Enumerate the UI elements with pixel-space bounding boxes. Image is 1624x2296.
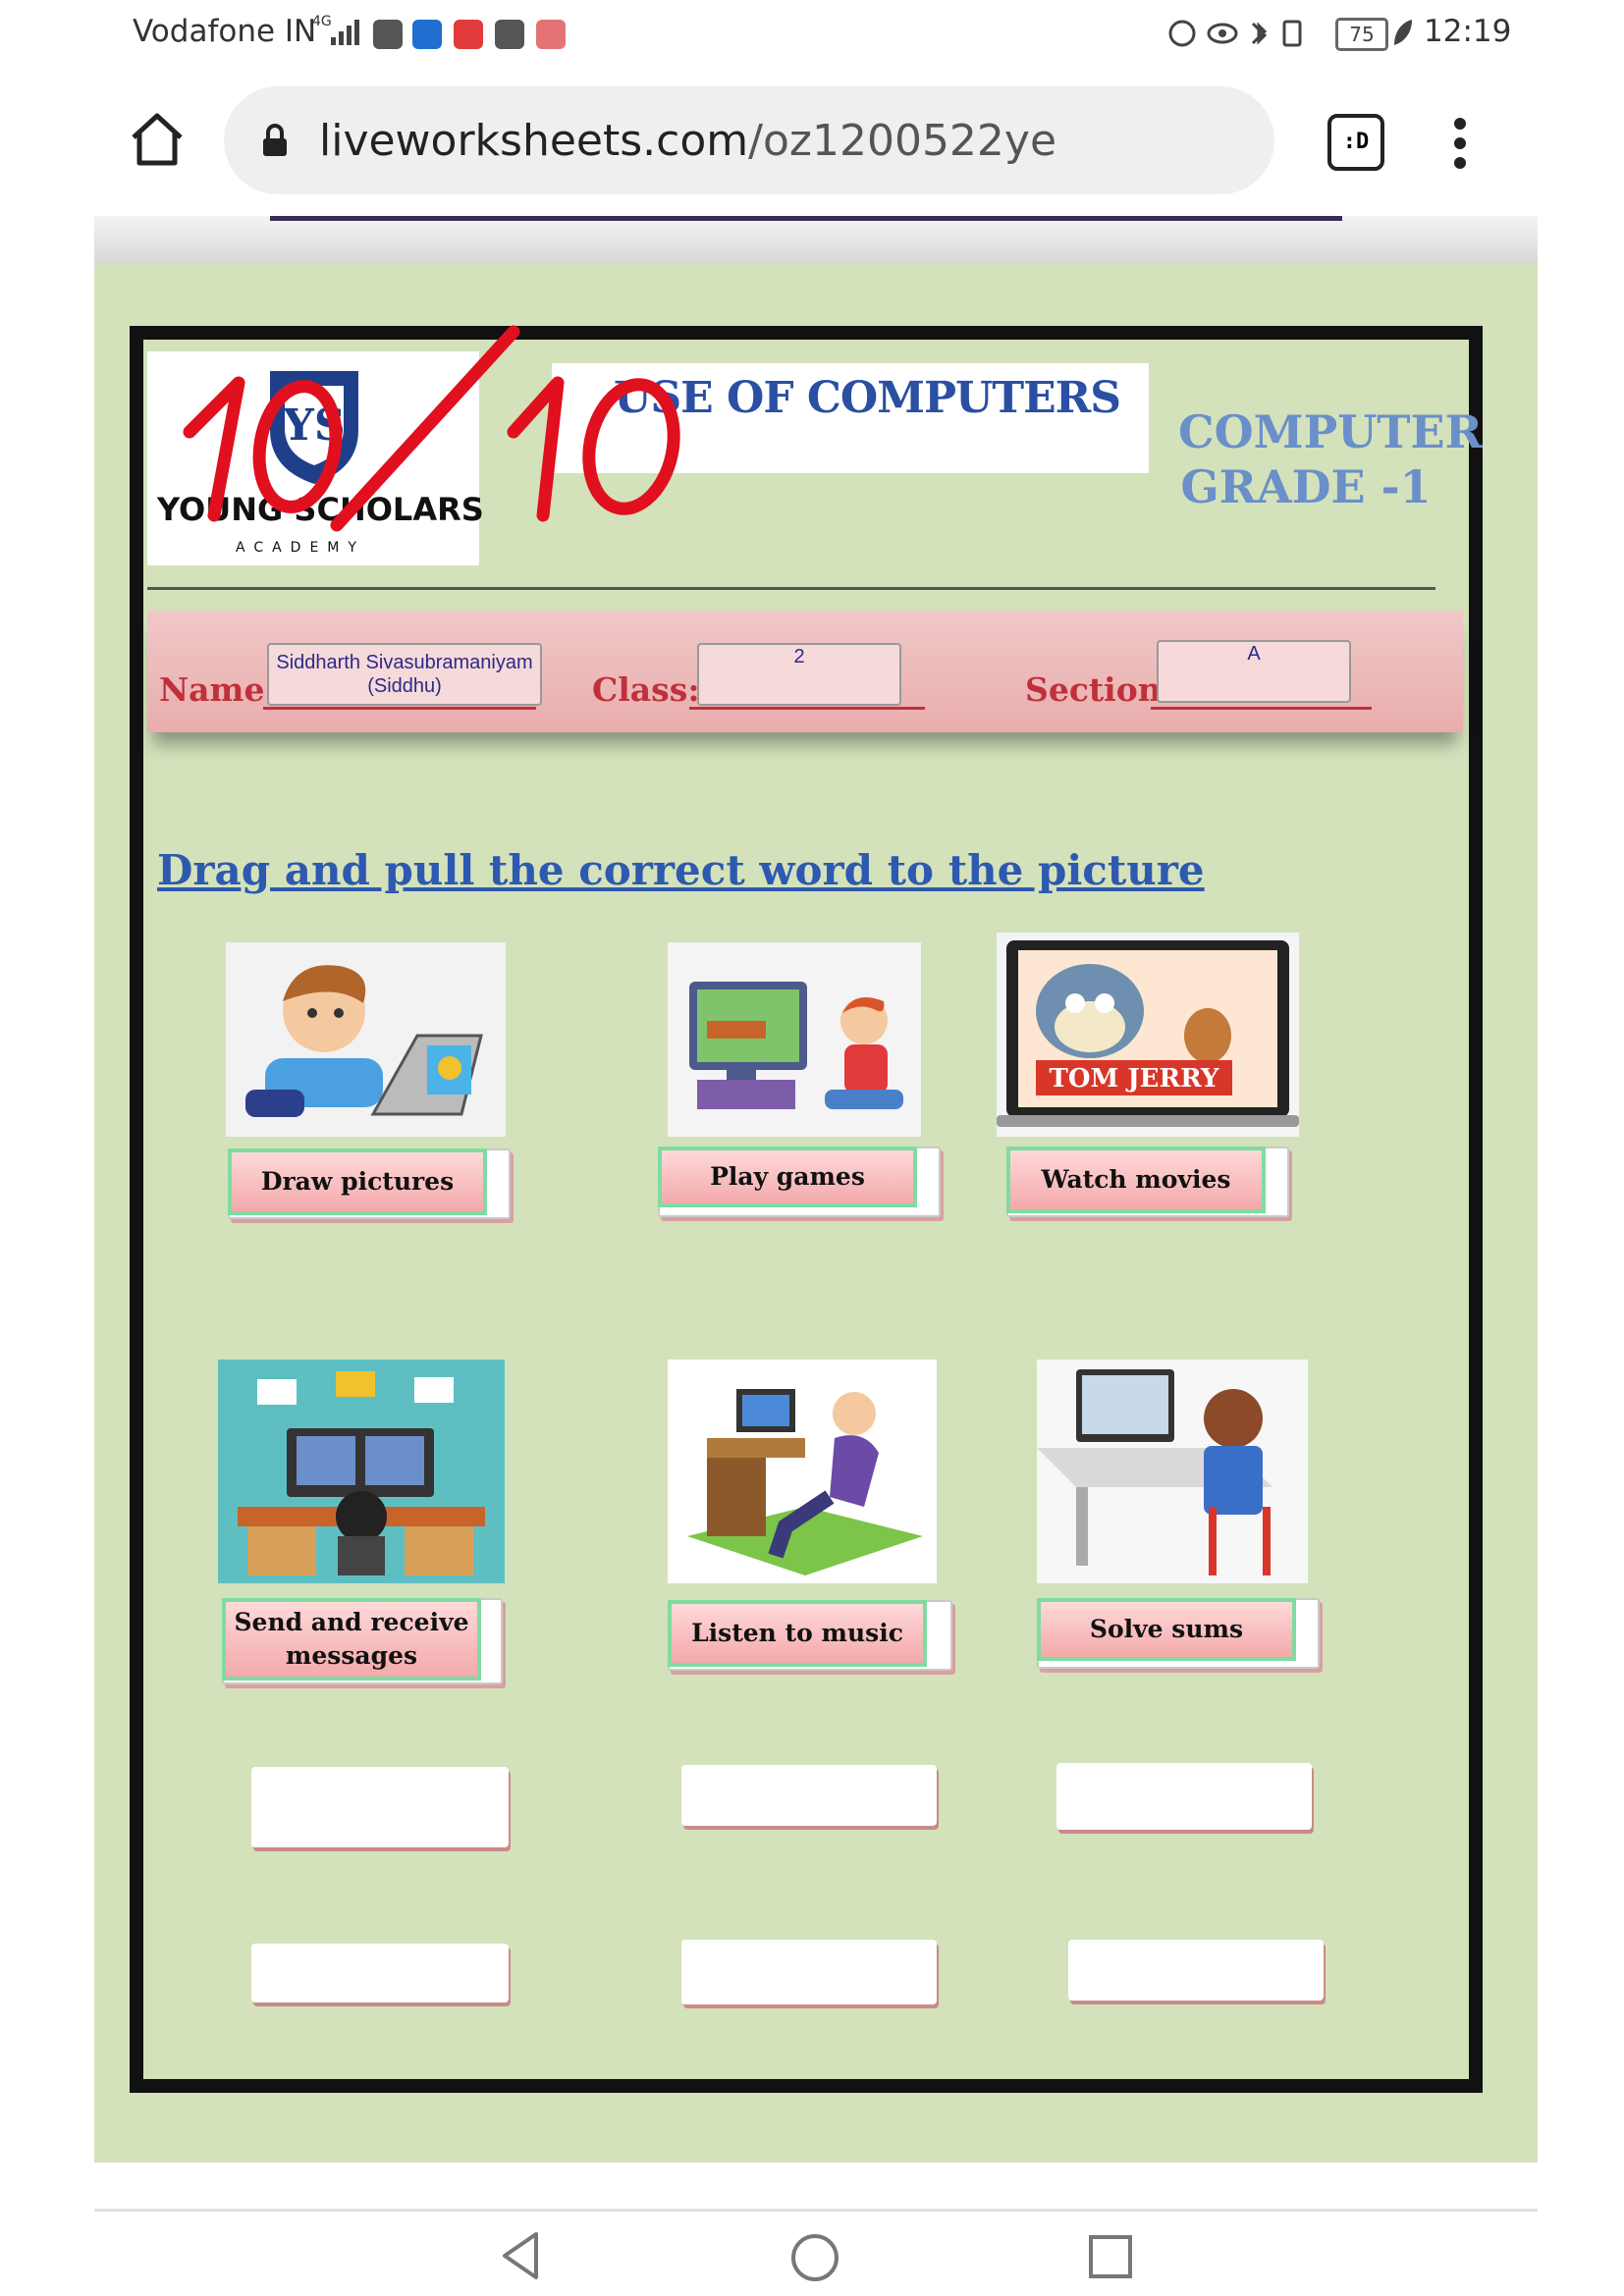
drop-box-1[interactable] bbox=[251, 1767, 509, 1847]
home-icon[interactable] bbox=[128, 110, 187, 169]
relaxing-man-image bbox=[668, 1360, 937, 1583]
picture-draw-pictures bbox=[226, 942, 506, 1137]
page-header-strip bbox=[94, 216, 1538, 263]
recents-icon[interactable] bbox=[1088, 2234, 1133, 2279]
signal-icon bbox=[331, 20, 359, 45]
tab-switcher-button[interactable]: :D bbox=[1327, 114, 1384, 171]
picture-play-games bbox=[668, 942, 921, 1137]
section-field[interactable]: A bbox=[1157, 640, 1351, 703]
child-computer-image bbox=[1037, 1360, 1308, 1583]
class-underline bbox=[689, 707, 925, 710]
clock: 12:19 bbox=[1424, 14, 1512, 49]
picture-send-messages bbox=[218, 1360, 505, 1583]
subject-heading: COMPUTER GRADE -1 bbox=[1178, 404, 1483, 514]
message-icon bbox=[373, 20, 403, 49]
nav-divider bbox=[94, 2209, 1538, 2212]
name-label: Name: bbox=[159, 670, 277, 709]
drop-box-4[interactable] bbox=[251, 1944, 509, 2002]
class-label: Class: bbox=[592, 670, 700, 709]
carrier-name: Vodafone IN bbox=[133, 14, 317, 49]
score-annotation bbox=[183, 325, 680, 532]
system-icons bbox=[1168, 20, 1302, 47]
logo-subtext: ACADEMY bbox=[236, 540, 365, 556]
name-field[interactable]: Siddharth Sivasubramaniyam (Siddhu) bbox=[267, 643, 542, 706]
class-field[interactable]: 2 bbox=[697, 643, 901, 706]
battery-icon: 75 bbox=[1335, 18, 1388, 51]
drop-box-3[interactable] bbox=[1056, 1763, 1312, 1830]
drop-box-2[interactable] bbox=[681, 1765, 937, 1826]
url-path: /oz1200522ye bbox=[748, 116, 1057, 166]
desk-emails-image bbox=[218, 1360, 505, 1583]
back-icon[interactable] bbox=[499, 2228, 542, 2283]
record-icon bbox=[454, 20, 483, 49]
cartoon-logo-text: TOM JERRY bbox=[1050, 1064, 1219, 1094]
status-bar: Vodafone IN 4G 75 12:19 bbox=[0, 0, 1624, 69]
section-underline bbox=[1151, 707, 1372, 710]
url-domain: liveworksheets.com bbox=[319, 116, 749, 166]
section-label: Section: bbox=[1025, 670, 1173, 709]
boy-laptop-image bbox=[226, 942, 506, 1137]
word-tile-play-games[interactable]: Play games bbox=[658, 1147, 917, 1207]
video-game-image bbox=[668, 942, 921, 1137]
instruction-text: Drag and pull the correct word to the pi… bbox=[157, 846, 1205, 894]
drop-box-6[interactable] bbox=[1068, 1940, 1324, 2001]
overflow-menu-icon[interactable] bbox=[1453, 116, 1467, 171]
picture-listen-music bbox=[668, 1360, 937, 1583]
word-tile-listen-to-music[interactable]: Listen to music bbox=[668, 1600, 927, 1667]
home-nav-icon[interactable] bbox=[789, 2232, 840, 2283]
word-tile-draw-pictures[interactable]: Draw pictures bbox=[228, 1148, 487, 1215]
leaf-icon bbox=[1394, 20, 1412, 45]
shield-icon bbox=[412, 20, 442, 49]
news-icon bbox=[495, 20, 524, 49]
word-tile-send-and-receive-messages[interactable]: Send and receive messages bbox=[222, 1598, 481, 1681]
lock-icon bbox=[263, 124, 287, 156]
url-text[interactable]: liveworksheets.com/oz1200522ye bbox=[319, 116, 1056, 166]
drop-box-5[interactable] bbox=[681, 1940, 937, 2004]
subject-line-1: COMPUTER bbox=[1178, 405, 1483, 458]
word-tile-solve-sums[interactable]: Solve sums bbox=[1037, 1598, 1296, 1661]
header-divider bbox=[147, 587, 1435, 590]
app-icon bbox=[536, 20, 566, 49]
picture-solve-sums bbox=[1037, 1360, 1308, 1583]
picture-watch-movies: TOM JERRY bbox=[997, 933, 1299, 1137]
subject-line-2: GRADE -1 bbox=[1180, 460, 1432, 513]
name-underline bbox=[263, 707, 536, 710]
tom-and-jerry-image: TOM JERRY bbox=[997, 933, 1299, 1137]
word-tile-watch-movies[interactable]: Watch movies bbox=[1006, 1147, 1266, 1213]
header-accent-line bbox=[270, 216, 1342, 221]
